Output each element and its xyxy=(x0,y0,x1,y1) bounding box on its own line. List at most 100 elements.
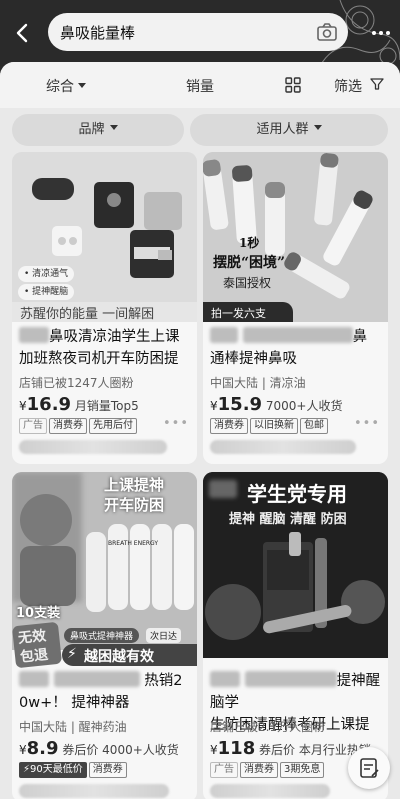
title-line-1: 鼻 xyxy=(352,329,368,345)
blurred-words xyxy=(53,671,140,687)
tag: 广告 xyxy=(19,418,47,434)
product-photo xyxy=(203,152,388,322)
price: 16.9 xyxy=(26,394,72,415)
sort-comprehensive-label: 综合 xyxy=(46,79,74,95)
audience-filter-chip[interactable]: 适用人群 xyxy=(190,114,388,146)
overlay-line-2: 摆脱“困境” xyxy=(213,255,286,271)
blurred-shop-name xyxy=(210,440,356,454)
tag-list: 消费券 以旧换新 包邮 xyxy=(210,418,330,434)
price-line: ¥118 券后价 本月行业热销 xyxy=(210,738,371,759)
blurred-brand xyxy=(19,327,49,343)
more-options-icon[interactable]: ••• xyxy=(163,416,189,431)
badge-refresh: • 提神醒脑 xyxy=(18,284,75,300)
product-image: • 清凉通气 • 提神醒脑 xyxy=(12,152,197,322)
price-note: 7000+人收货 xyxy=(265,399,343,413)
caret-down-icon xyxy=(313,125,322,130)
brand-filter-chip[interactable]: 品牌 xyxy=(12,114,184,146)
origin-category: 中国大陆 | 清凉油 xyxy=(210,376,306,390)
blurred-shop-name xyxy=(210,784,330,798)
filter-button[interactable]: 筛选 xyxy=(334,76,362,96)
grid-icon[interactable] xyxy=(285,77,301,93)
promo-stamp: 无效 包退 xyxy=(12,621,63,669)
next-day-badge: 次日达 xyxy=(146,628,182,643)
filter-label: 筛选 xyxy=(334,79,362,95)
product-card[interactable]: 1秒 摆脱“困境” 泰国授权 拍一发六支 鼻 通棒提神鼻吸 中国大陆 | 清凉油… xyxy=(203,152,388,464)
shop-fans: 店铺已被1247人圈粉 xyxy=(19,376,134,390)
search-query: 鼻吸能量棒 xyxy=(60,24,136,42)
product-image: 1秒 摆脱“困境” 泰国授权 xyxy=(203,152,388,322)
overlay-line-1: 1秒 xyxy=(239,236,260,250)
lightning-icon: ⚡ xyxy=(23,764,31,775)
filter-icon[interactable] xyxy=(370,77,384,91)
tag: 先用后付 xyxy=(89,418,137,434)
sort-sales[interactable]: 销量 xyxy=(186,76,214,96)
product-title: 热销2 0w+！ 提神神器 xyxy=(19,670,195,714)
tag: 消费券 xyxy=(210,418,248,434)
overlay-subline: 提神 醒脑 清醒 防困 xyxy=(229,512,347,527)
blurred-words xyxy=(242,327,353,343)
blurred-words xyxy=(244,671,337,687)
overlay-top-2: 开车防困 xyxy=(104,496,165,514)
tag: 消费券 xyxy=(88,762,127,778)
title-line-1: 鼻吸清凉油学生上课 xyxy=(49,329,180,345)
search-input[interactable]: 鼻吸能量棒 xyxy=(48,13,348,51)
origin-category: 中国大陆 | 醒神药油 xyxy=(19,720,127,734)
back-button[interactable] xyxy=(10,20,36,46)
image-caption-bar: 苏醒你的能量 一间解困 xyxy=(12,302,197,322)
brand-chip-label: 品牌 xyxy=(78,122,105,137)
blurred-shop-name xyxy=(19,784,169,798)
audience-chip-label: 适用人群 xyxy=(256,122,309,137)
title-line-2: 通棒提神鼻吸 xyxy=(210,351,297,367)
tag: 以旧换新 xyxy=(250,418,298,434)
tag-text: 90天最低价 xyxy=(30,764,83,775)
product-card[interactable]: • 清凉通气 • 提神醒脑 苏醒你的能量 一间解困 鼻吸清凉油学生上课 加班熬夜… xyxy=(12,152,197,464)
lightning-icon: ⚡ xyxy=(67,646,77,662)
currency-symbol: ¥ xyxy=(210,743,218,757)
price: 118 xyxy=(217,738,256,759)
tag: 包邮 xyxy=(300,418,328,434)
tag: 消费券 xyxy=(49,418,87,434)
currency-symbol: ¥ xyxy=(19,399,27,413)
title-line-2: 0w+！ 提神神器 xyxy=(19,695,130,711)
edit-note-icon xyxy=(360,758,379,778)
price-line: ¥16.9 月销量Top5 xyxy=(19,394,139,415)
sort-comprehensive[interactable]: 综合 xyxy=(46,76,86,96)
promo-banner-text: 拍一发六支 xyxy=(211,307,266,320)
price-note: 月销量Top5 xyxy=(74,399,139,413)
blurred-brand xyxy=(19,671,49,687)
caret-down-icon xyxy=(109,125,118,130)
tag-list: ⚡90天最低价 消费券 xyxy=(19,762,129,778)
tag: 消费券 xyxy=(240,762,278,778)
feedback-button[interactable] xyxy=(348,747,390,789)
promo-stamp-2: 包退 xyxy=(19,646,49,666)
blurred-logo xyxy=(209,480,237,498)
more-icon[interactable] xyxy=(370,24,392,42)
more-options-icon[interactable]: ••• xyxy=(354,416,380,431)
caret-down-icon xyxy=(78,83,86,88)
blurred-brand xyxy=(210,671,240,687)
results-panel: 综合 销量 筛选 品牌 适用人群 • 清凉通气 • 提神醒脑 苏醒你的能量 一间… xyxy=(0,62,400,799)
overlay-line-3: 泰国授权 xyxy=(223,276,272,290)
promo-banner: 拍一发六支 xyxy=(203,302,293,322)
chevron-left-icon xyxy=(16,23,28,43)
tag: ⚡90天最低价 xyxy=(19,762,87,778)
product-card[interactable]: 上课提神 开车防困 BREATH ENERGY 10支装 无效 包退 鼻吸式提神… xyxy=(12,472,197,799)
overlay-headline: 学生党专用 xyxy=(247,482,347,506)
tag: 3期免息 xyxy=(280,762,325,778)
tag-list: 广告 消费券 先用后付 xyxy=(19,418,139,434)
price: 15.9 xyxy=(217,394,263,415)
image-caption: 苏醒你的能量 一间解困 xyxy=(20,307,155,322)
price: 8.9 xyxy=(26,738,59,759)
badge-cooling: • 清凉通气 xyxy=(18,266,75,282)
sort-bar: 综合 销量 筛选 xyxy=(0,62,400,108)
blurred-brand xyxy=(210,327,238,343)
title-line-1: 热销2 xyxy=(144,673,183,689)
price-note: 券后价 4000+人收货 xyxy=(62,743,179,757)
product-image: 学生党专用 提神 醒脑 清醒 防困 xyxy=(203,472,388,658)
product-label-strip: 鼻吸式提神神器 xyxy=(64,628,140,643)
blurred-shop-name xyxy=(19,440,167,454)
sort-sales-label: 销量 xyxy=(186,79,214,95)
brand-text: BREATH ENERGY xyxy=(108,540,159,547)
camera-icon[interactable] xyxy=(316,21,338,43)
overlay-top-1: 上课提神 xyxy=(104,476,165,494)
